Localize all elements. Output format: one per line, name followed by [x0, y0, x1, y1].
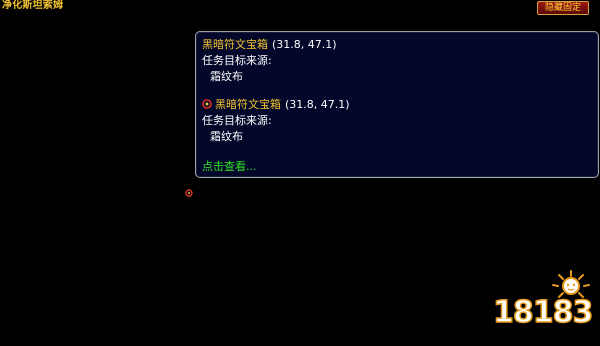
object-coords: (31.8, 47.1) — [285, 98, 350, 111]
object-name: 黑暗符文宝箱 — [215, 98, 281, 111]
red-target-pin-icon[interactable] — [185, 182, 193, 197]
click-to-view-link[interactable]: 点击查看... — [202, 160, 257, 174]
source-item: 霜纹布 — [210, 70, 243, 83]
object-coords: (31.8, 47.1) — [272, 38, 337, 51]
source-item: 霜纹布 — [210, 130, 243, 143]
hide-pin-button[interactable]: 隐藏固定 — [537, 1, 589, 15]
source-label: 任务目标来源: — [202, 114, 272, 127]
world-map-view: 净化斯坦索姆 隐藏固定 黑暗符文宝箱 (31.8, 47.1) 任务目标来源: 霜… — [0, 0, 600, 346]
zone-title: 净化斯坦索姆 — [2, 0, 64, 11]
tooltip-entry: 黑暗符文宝箱 (31.8, 47.1) 任务目标来源: 霜纹布 — [202, 37, 337, 85]
source-label: 任务目标来源: — [202, 54, 272, 67]
map-tooltip: 黑暗符文宝箱 (31.8, 47.1) 任务目标来源: 霜纹布 黑暗符文宝箱 (31… — [195, 31, 599, 178]
site-watermark-logo: 18183 — [492, 270, 594, 336]
tooltip-entry: 黑暗符文宝箱 (31.8, 47.1) 任务目标来源: 霜纹布 — [202, 97, 350, 145]
red-target-pin-icon — [202, 98, 212, 109]
object-name: 黑暗符文宝箱 — [202, 38, 268, 51]
watermark-text: 18183 — [492, 295, 594, 331]
